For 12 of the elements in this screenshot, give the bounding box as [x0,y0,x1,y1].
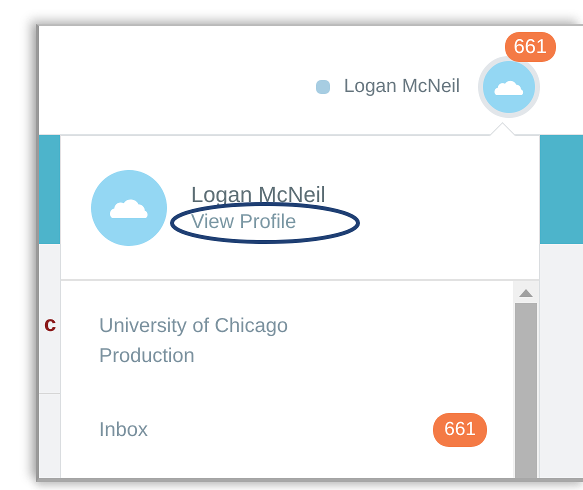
scroll-up-icon[interactable] [519,289,533,297]
profile-name: Logan McNeil [191,180,326,208]
scroll-thumb[interactable] [515,303,537,478]
page-text: c [44,311,56,337]
cloud-icon [108,197,150,218]
cloud-icon [493,79,525,95]
scrollbar[interactable] [513,281,539,478]
menu-item[interactable]: Inbox [99,415,369,445]
menu-item[interactable]: University of Chicago Production [99,311,369,371]
count-badge: 661 [433,413,487,447]
user-name: Logan McNeil [344,76,460,98]
notification-badge: 661 [504,32,556,62]
